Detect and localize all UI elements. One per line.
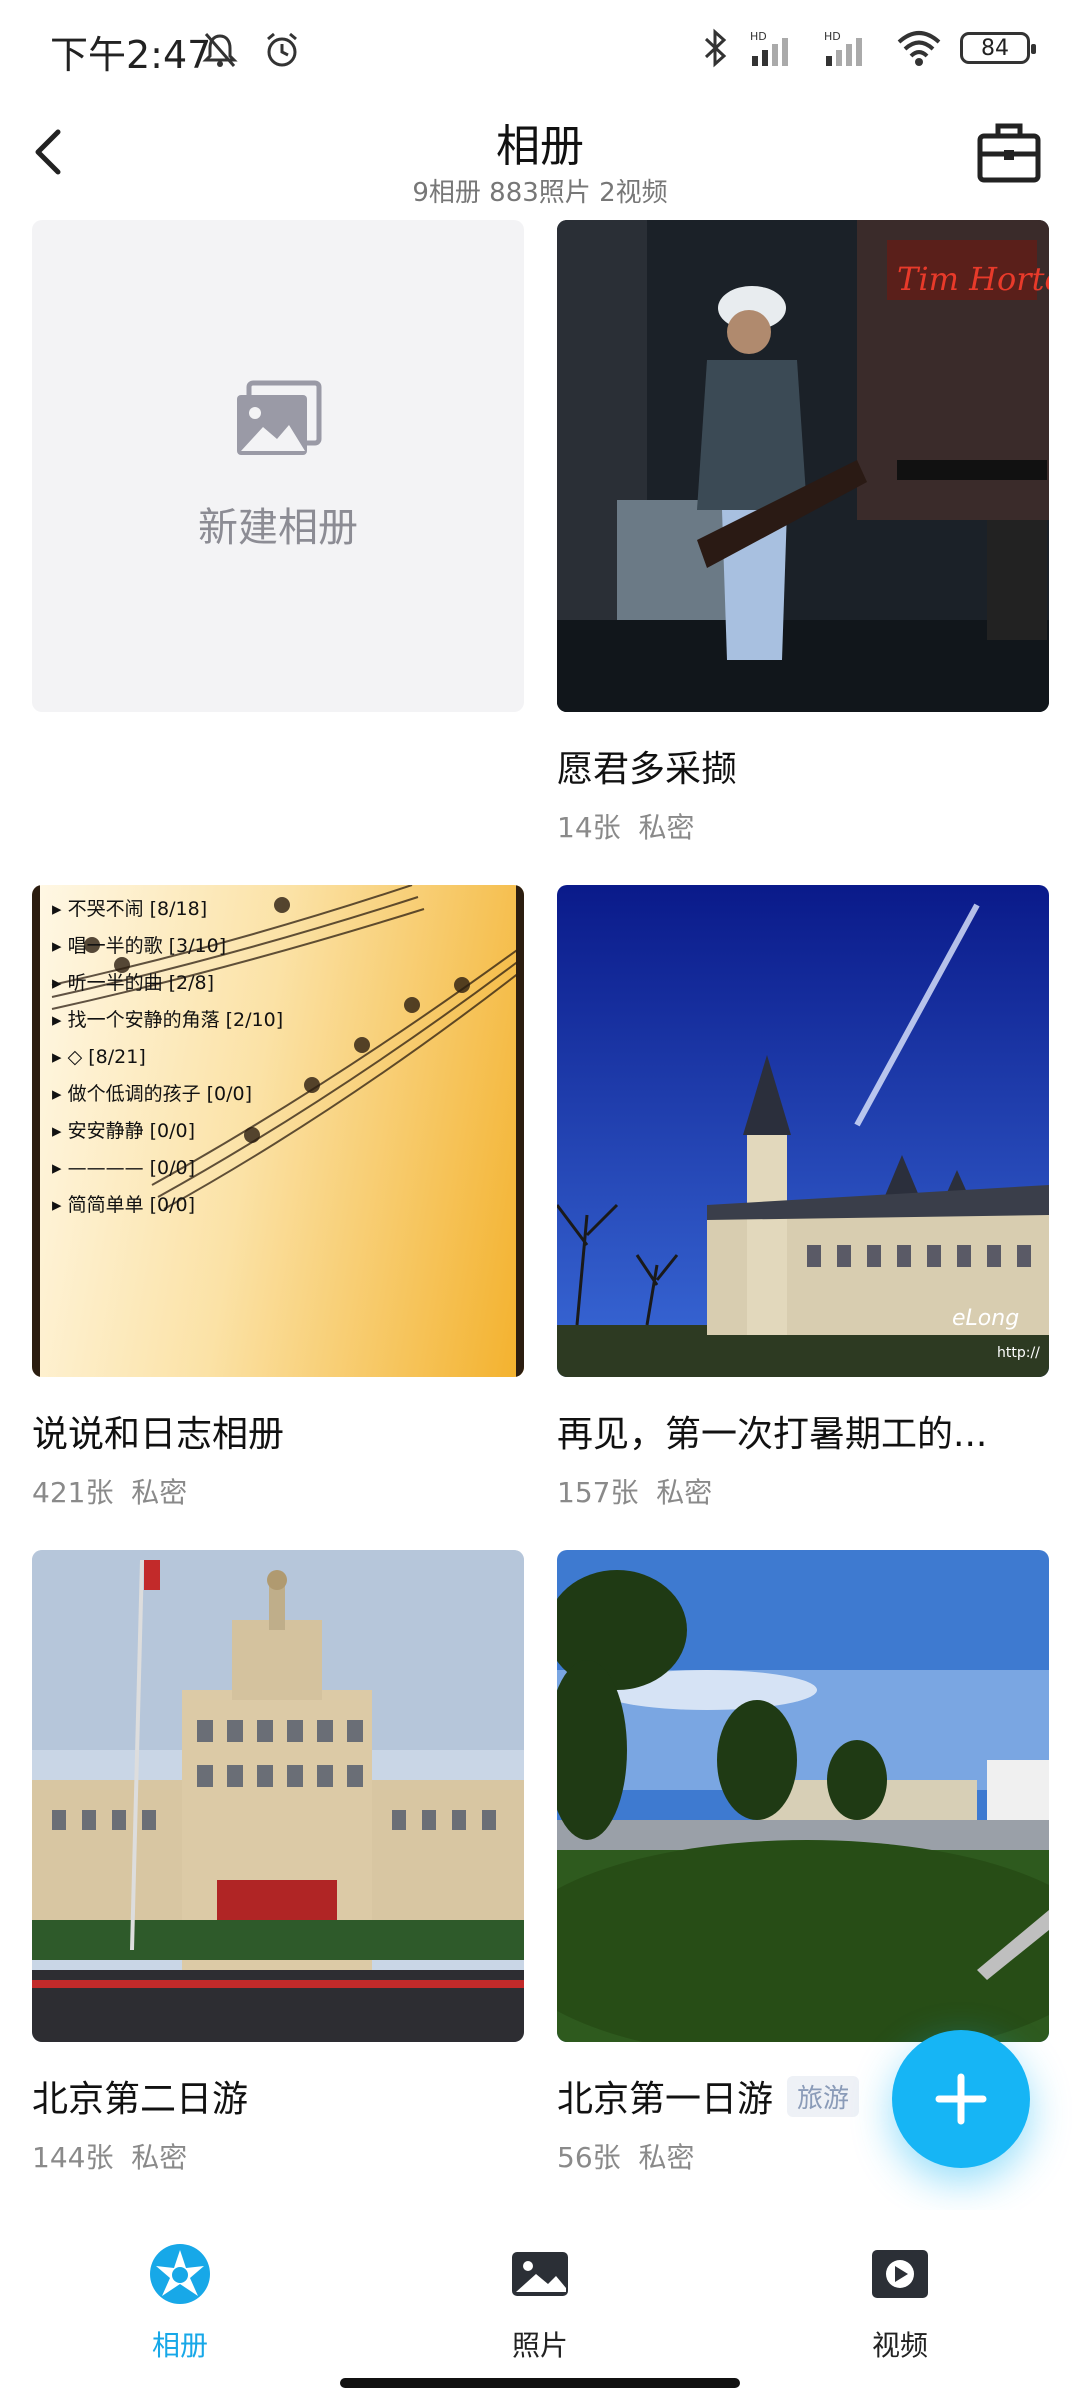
add-button[interactable] (892, 2030, 1030, 2168)
concert-photo: Tim Hortons (557, 220, 1049, 712)
album-meta: 144张 私密 (32, 2141, 188, 2174)
new-album-label: 新建相册 (198, 505, 358, 551)
battery-indicator: 84 (960, 32, 1036, 64)
song-item: ▸ ———— [0/0] (52, 1157, 196, 1179)
album-cover[interactable]: Tim Hortons (557, 220, 1049, 712)
tab-videos-label: 视频 (871, 2329, 928, 2362)
svg-text:HD: HD (824, 30, 841, 43)
bluetooth-icon (704, 28, 727, 68)
museum-photo (32, 1550, 524, 2042)
song-list: ▸ 不哭不闹 [8/18] ▸ 唱一半的歌 [3/10] ▸ 听一半的曲 [2/… (52, 891, 283, 1224)
new-album-card[interactable]: 新建相册 (32, 220, 524, 712)
album-icon (150, 2244, 210, 2304)
page-subtitle: 9相册 883照片 2视频 (412, 178, 668, 208)
song-item: ▸ ◇ [8/21] (52, 1046, 146, 1068)
album-name: 北京第二日游 (32, 2079, 249, 2120)
watermark: eLong (952, 1306, 1019, 1331)
album-card[interactable]: 北京第二日游 144张 私密 (32, 1550, 524, 2176)
album-cover[interactable] (32, 1550, 524, 2042)
album-card[interactable]: Tim Hortons 愿君多采撷 14张 私密 (557, 220, 1049, 846)
song-item: ▸ 唱一半的歌 [3/10] (52, 935, 227, 957)
album-cover[interactable]: eLong http:// (557, 885, 1049, 1377)
album-name: 说说和日志相册 (32, 1414, 285, 1455)
plus-icon (935, 2073, 987, 2125)
song-item: ▸ 做个低调的孩子 [0/0] (52, 1083, 253, 1105)
bottom-nav: 相册 照片 视频 (0, 2210, 1080, 2400)
song-item: ▸ 简简单单 [0/0] (52, 1194, 196, 1216)
svg-text:HD: HD (750, 30, 767, 43)
mute-bell-icon (202, 33, 238, 67)
album-name: 愿君多采撷 (557, 749, 738, 790)
new-album-tile[interactable]: 新建相册 (32, 220, 524, 712)
tab-photos[interactable]: 照片 (450, 2242, 630, 2364)
video-icon (872, 2250, 928, 2298)
album-meta: 421张 私密 (32, 1476, 188, 1509)
status-time: 下午2:47 (50, 33, 212, 77)
status-bar: 下午2:47 HD HD 84 (0, 0, 1080, 100)
tab-videos[interactable]: 视频 (810, 2242, 990, 2364)
song-item: ▸ 安安静静 [0/0] (52, 1120, 196, 1142)
album-cover[interactable]: ▸ 不哭不闹 [8/18] ▸ 唱一半的歌 [3/10] ▸ 听一半的曲 [2/… (32, 885, 524, 1377)
album-card[interactable]: eLong http:// 再见，第一次打暑期工的... 157张 私密 (557, 885, 1049, 1511)
album-tag: 旅游 (787, 2075, 860, 2117)
tab-album[interactable]: 相册 (90, 2242, 270, 2364)
page-title: 相册 (496, 121, 584, 172)
signal-hd-icon: HD (750, 30, 788, 66)
photo-icon (512, 2252, 568, 2296)
castle-photo: eLong http:// (557, 885, 1049, 1377)
home-indicator[interactable] (340, 2378, 740, 2388)
status-right: HD HD 84 (700, 28, 1036, 68)
header: 相册 9相册 883照片 2视频 (0, 100, 1080, 210)
store-sign: Tim Hortons (897, 260, 1049, 298)
album-name: 再见，第一次打暑期工的... (557, 1414, 988, 1455)
tab-photos-label: 照片 (511, 2329, 568, 2362)
toolbox-button[interactable] (974, 118, 1044, 188)
song-item: ▸ 不哭不闹 [8/18] (52, 898, 208, 920)
album-card[interactable]: ▸ 不哭不闹 [8/18] ▸ 唱一半的歌 [3/10] ▸ 听一半的曲 [2/… (32, 885, 524, 1511)
park-photo (557, 1550, 1049, 2042)
tab-album-label: 相册 (151, 2329, 208, 2362)
album-meta: 157张 私密 (557, 1476, 713, 1509)
song-item: ▸ 听一半的曲 [2/8] (52, 972, 215, 994)
album-meta: 14张 私密 (557, 811, 695, 844)
wifi-icon (897, 31, 941, 66)
album-cover[interactable] (557, 1550, 1049, 2042)
signal-hd-icon-2: HD (824, 30, 862, 66)
watermark-url: http:// (997, 1345, 1040, 1361)
status-left-icons (200, 30, 302, 70)
song-item: ▸ 找一个安静的角落 [2/10] (52, 1009, 284, 1031)
alarm-icon (267, 32, 297, 67)
add-photo-icon (237, 380, 322, 455)
